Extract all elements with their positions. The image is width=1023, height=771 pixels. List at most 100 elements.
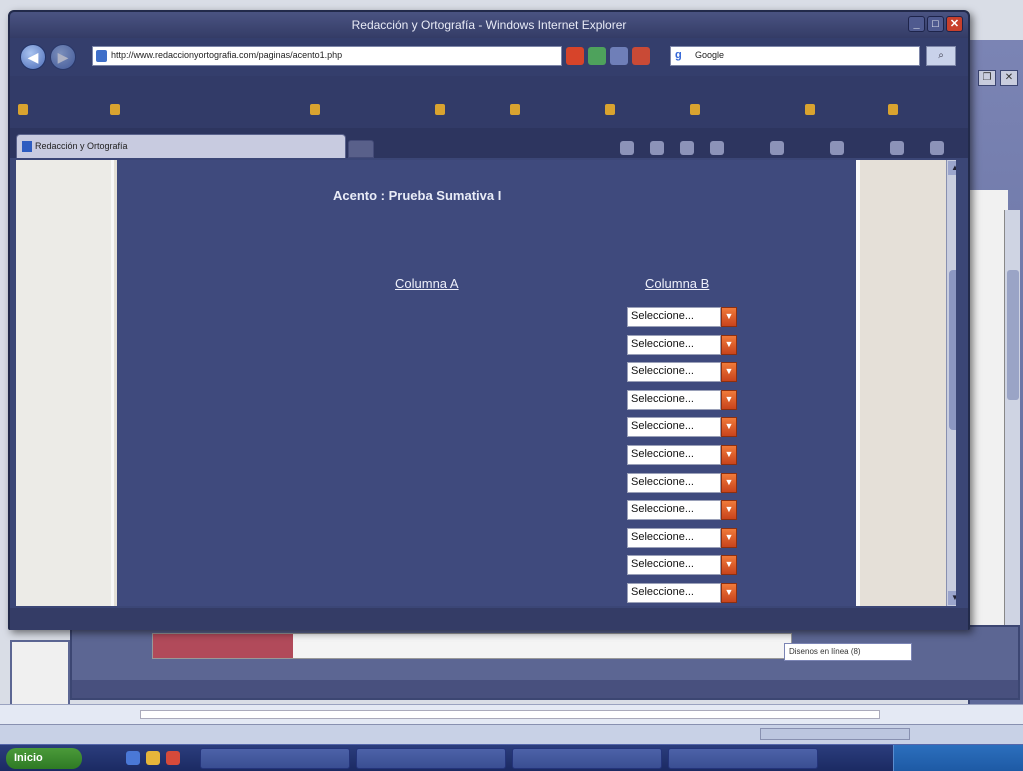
minimize-icon[interactable]: _ (908, 16, 925, 32)
answer-select[interactable]: Seleccione... ▼ (627, 472, 737, 493)
address-bar[interactable]: http://www.redaccionyortografia.com/pagi… (92, 46, 562, 66)
dropdown-arrow-icon[interactable]: ▼ (721, 500, 737, 521)
start-button[interactable]: Inicio (6, 748, 82, 769)
ruler-bar (140, 710, 880, 719)
answer-select[interactable]: Seleccione... ▼ (627, 555, 737, 576)
taskbar: Inicio (0, 744, 1023, 771)
address-toolbar: ◀ ▶ http://www.redaccionyortografia.com/… (10, 38, 968, 76)
background-search-result[interactable]: Disenos en línea (8) (784, 643, 912, 661)
dropdown-arrow-icon[interactable]: ▼ (721, 307, 737, 327)
dropdown-arrow-icon[interactable]: ▼ (721, 527, 737, 548)
rss-icon[interactable] (566, 47, 584, 65)
scroll-up-icon[interactable]: ▲ (948, 161, 956, 175)
dropdown-arrow-icon[interactable]: ▼ (721, 417, 737, 438)
background-document-area (968, 190, 1008, 640)
refresh-icon[interactable] (588, 47, 606, 65)
favorites-link[interactable] (605, 103, 675, 117)
search-go-button[interactable]: ⌕ (926, 46, 956, 66)
answer-select-value: Seleccione... (627, 472, 721, 493)
answer-select[interactable]: Seleccione... ▼ (627, 334, 737, 355)
answer-select[interactable]: Seleccione... ▼ (627, 527, 737, 548)
feeds-icon[interactable] (650, 141, 664, 155)
background-status-bar (72, 680, 1018, 698)
favorites-link[interactable] (510, 103, 590, 117)
column-b-header: Columna B (645, 276, 710, 291)
scroll-thumb[interactable] (949, 270, 956, 430)
answer-select[interactable]: Seleccione... ▼ (627, 500, 737, 521)
answer-select[interactable]: Seleccione... ▼ (627, 445, 737, 465)
search-engine-label: Google (695, 50, 725, 60)
search-input[interactable]: g Google (670, 46, 920, 66)
column-a-header: Columna A (395, 276, 459, 291)
answer-select-value: Seleccione... (627, 583, 721, 603)
answer-select-value: Seleccione... (627, 500, 721, 521)
forward-button[interactable]: ▶ (50, 44, 76, 70)
answer-select-value: Seleccione... (627, 307, 721, 327)
tools-menu-icon[interactable] (890, 141, 904, 155)
quick-launch-media-icon[interactable] (166, 751, 180, 765)
favorites-link[interactable] (435, 103, 495, 117)
favorites-link[interactable] (310, 103, 420, 117)
background-window-bottom: Disenos en línea (8) (70, 625, 1020, 700)
answer-select-value: Seleccione... (627, 362, 721, 383)
column-a-item (337, 343, 373, 352)
system-tray[interactable] (893, 745, 1023, 771)
favorites-link[interactable] (690, 103, 790, 117)
dropdown-arrow-icon[interactable]: ▼ (721, 445, 737, 465)
dropdown-arrow-icon[interactable]: ▼ (721, 389, 737, 410)
dropdown-arrow-icon[interactable]: ▼ (721, 583, 737, 603)
background-red-block (153, 634, 293, 658)
help-icon[interactable] (930, 141, 944, 155)
dropdown-arrow-icon[interactable]: ▼ (721, 555, 737, 576)
background-scrollbar[interactable] (1004, 210, 1020, 650)
favorites-link[interactable] (110, 103, 280, 117)
maximize-icon[interactable]: □ (927, 16, 944, 32)
favorites-bar (10, 94, 968, 128)
safety-menu-icon[interactable] (830, 141, 844, 155)
compatibility-icon[interactable] (610, 47, 628, 65)
browser-window: Redacción y Ortografía - Windows Interne… (8, 10, 970, 630)
taskbar-button[interactable] (200, 748, 350, 769)
print-icon[interactable] (710, 141, 724, 155)
close-icon[interactable]: ✕ (946, 16, 963, 32)
taskbar-button[interactable] (668, 748, 818, 769)
taskbar-button[interactable] (356, 748, 506, 769)
stop-icon[interactable] (632, 47, 650, 65)
new-tab-button[interactable] (348, 140, 374, 158)
page-icon (96, 50, 107, 62)
google-icon: g (675, 49, 682, 61)
tab-redaccion[interactable]: Redacción y Ortografía (16, 134, 346, 158)
favorites-star-icon[interactable] (18, 103, 78, 117)
page-menu-icon[interactable] (770, 141, 784, 155)
background-close-icon[interactable]: ✕ (1000, 70, 1018, 86)
dropdown-arrow-icon[interactable]: ▼ (721, 362, 737, 383)
quick-launch-folder-icon[interactable] (146, 751, 160, 765)
page-right-margin (856, 160, 956, 606)
background-window-left (10, 640, 70, 710)
dropdown-arrow-icon[interactable]: ▼ (721, 472, 737, 493)
background-restore-icon[interactable]: ❐ (978, 70, 996, 86)
favorites-link[interactable] (805, 103, 875, 117)
zoom-slider[interactable] (760, 728, 910, 740)
background-document-strip (152, 633, 792, 659)
mail-icon[interactable] (680, 141, 694, 155)
answer-select[interactable]: Seleccione... ▼ (627, 389, 737, 410)
answer-select[interactable]: Seleccione... ▼ (627, 417, 737, 438)
home-icon[interactable] (620, 141, 634, 155)
page-scrollbar[interactable]: ▲ ▼ (946, 160, 956, 606)
column-a-item (337, 426, 391, 435)
back-button[interactable]: ◀ (20, 44, 46, 70)
document-ruler (0, 704, 1023, 724)
background-scroll-thumb[interactable] (1007, 270, 1019, 400)
favorites-link[interactable] (888, 103, 948, 117)
answer-select[interactable]: Seleccione... ▼ (627, 307, 737, 327)
column-a-item (337, 398, 367, 407)
dropdown-arrow-icon[interactable]: ▼ (721, 334, 737, 355)
answer-select[interactable]: Seleccione... ▼ (627, 362, 737, 383)
taskbar-button[interactable] (512, 748, 662, 769)
quick-launch-browser-icon[interactable] (126, 751, 140, 765)
answer-select-value: Seleccione... (627, 527, 721, 548)
scroll-down-icon[interactable]: ▼ (948, 591, 956, 605)
answer-select[interactable]: Seleccione... ▼ (627, 583, 737, 603)
address-url: http://www.redaccionyortografia.com/pagi… (111, 50, 343, 60)
